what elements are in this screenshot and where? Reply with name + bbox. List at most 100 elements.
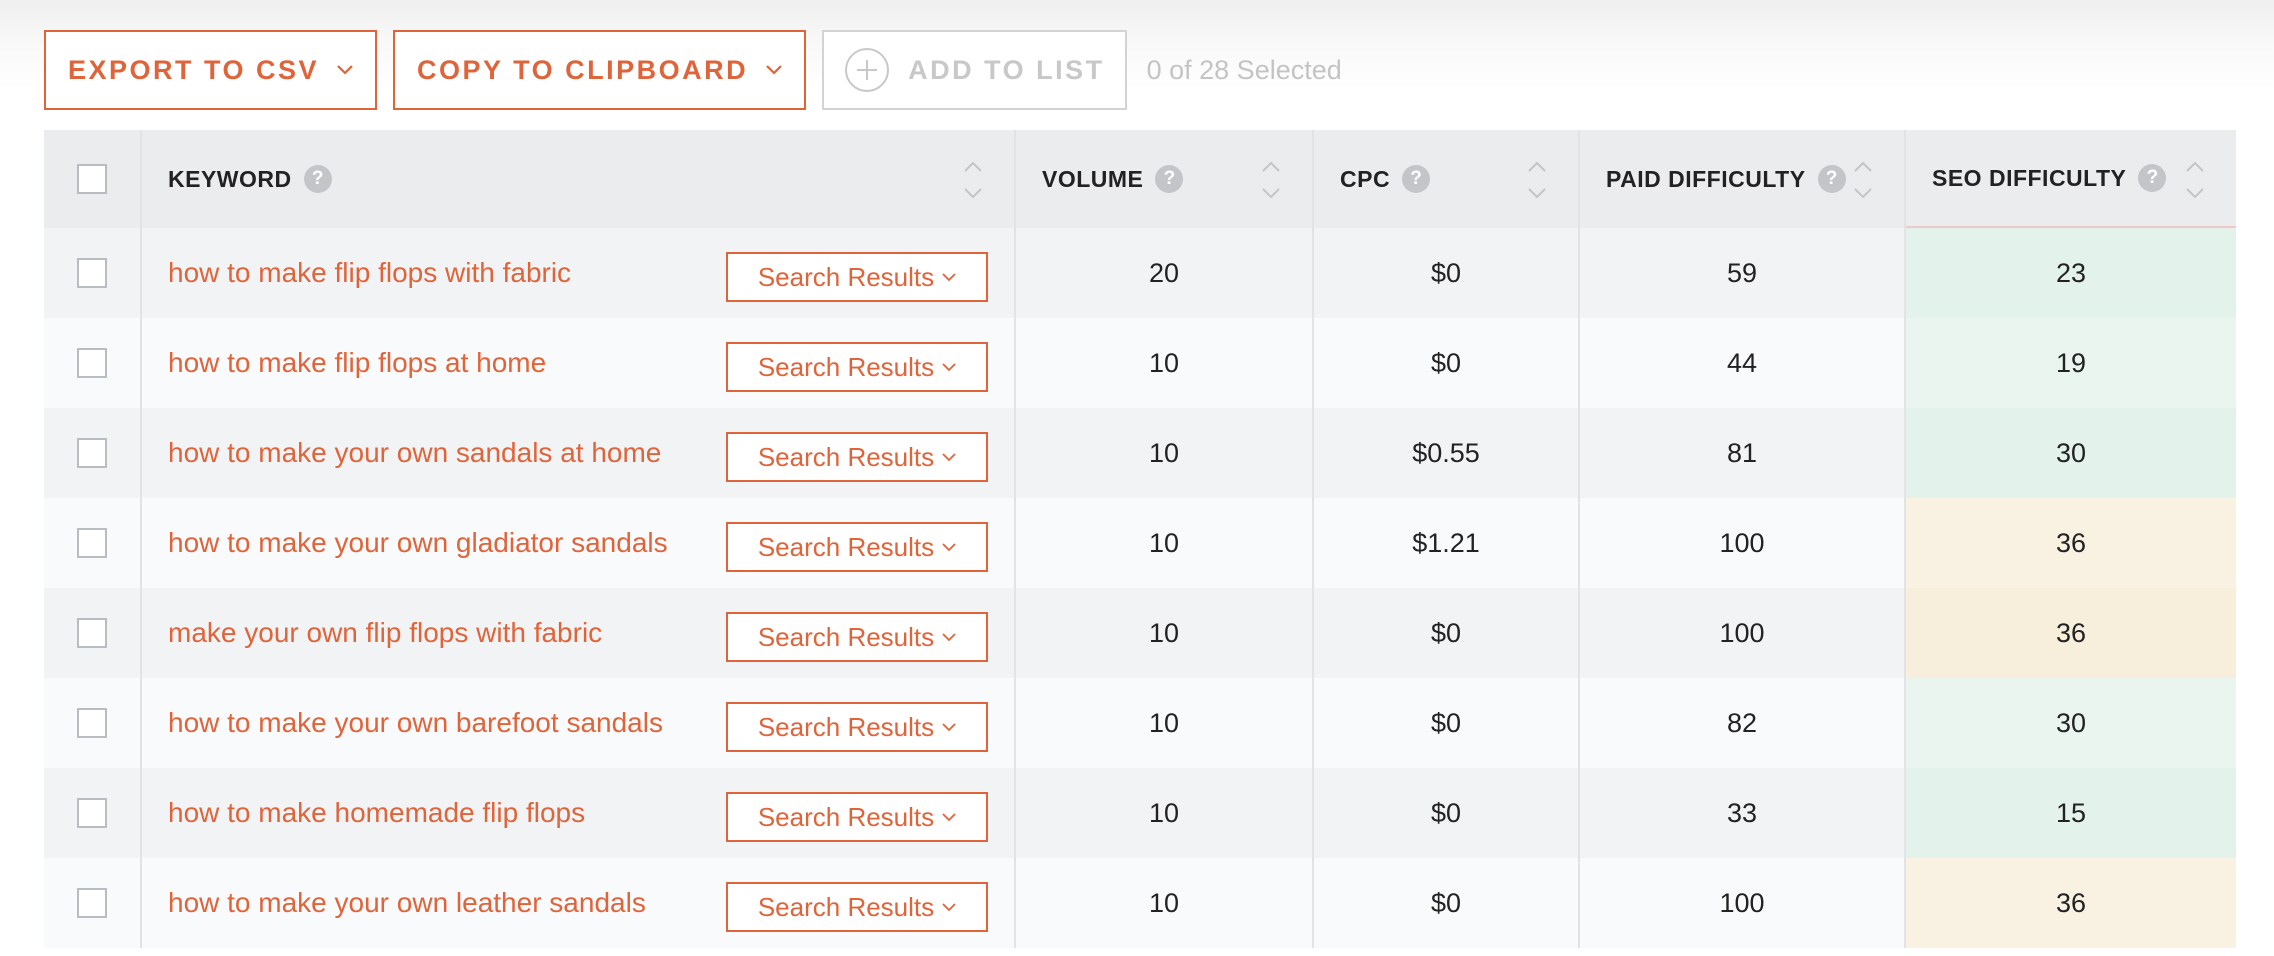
table-row: make your own flip flops with fabric Sea… — [44, 588, 2236, 678]
keyword-link[interactable]: how to make your own sandals at home — [168, 437, 661, 469]
paid-difficulty-cell: 100 — [1580, 858, 1906, 948]
keyword-link[interactable]: how to make flip flops at home — [168, 347, 546, 379]
keyword-cell: how to make flip flops at home Search Re… — [142, 318, 1016, 408]
row-checkbox[interactable] — [77, 618, 107, 648]
search-results-label: Search Results — [757, 351, 935, 382]
table-row: how to make your own barefoot sandals Se… — [44, 678, 2236, 768]
seo-difficulty-value: 30 — [2055, 707, 2087, 738]
paid-difficulty-value: 82 — [1726, 707, 1758, 738]
copy-clipboard-button[interactable]: COPY TO CLIPBOARD — [393, 30, 807, 110]
cpc-cell: $0 — [1314, 318, 1580, 408]
question-icon[interactable]: ? — [1402, 165, 1431, 193]
question-icon[interactable]: ? — [1155, 165, 1184, 193]
search-results-button[interactable]: Search Results — [726, 882, 988, 932]
row-checkbox-cell — [44, 858, 142, 948]
row-checkbox-cell — [44, 498, 142, 588]
header-paid-difficulty[interactable]: PAID DIFFICULTY ? — [1580, 130, 1906, 228]
select-all-checkbox[interactable] — [77, 164, 107, 194]
row-checkbox[interactable] — [77, 438, 107, 468]
volume-cell: 10 — [1016, 588, 1314, 678]
volume-value: 10 — [1148, 437, 1180, 468]
header-cpc[interactable]: CPC ? — [1314, 130, 1580, 228]
question-icon[interactable]: ? — [2138, 164, 2167, 192]
table-row: how to make your own gladiator sandals S… — [44, 498, 2236, 588]
cpc-cell: $0 — [1314, 228, 1580, 318]
paid-difficulty-value: 44 — [1726, 347, 1758, 378]
header-paid-difficulty-label: PAID DIFFICULTY — [1606, 165, 1806, 192]
search-results-button[interactable]: Search Results — [726, 522, 988, 572]
copy-clipboard-label: COPY TO CLIPBOARD — [417, 54, 749, 85]
sort-icon[interactable] — [2184, 158, 2206, 202]
keyword-cell: how to make flip flops with fabric Searc… — [142, 228, 1016, 318]
question-icon[interactable]: ? — [303, 165, 332, 193]
selected-count: 0 of 28 Selected — [1146, 54, 1342, 85]
keyword-cell: how to make homemade flip flops Search R… — [142, 768, 1016, 858]
header-volume[interactable]: VOLUME ? — [1016, 130, 1314, 228]
table-row: how to make your own leather sandals Sea… — [44, 858, 2236, 948]
chevron-down-icon — [942, 722, 956, 731]
search-results-button[interactable]: Search Results — [726, 612, 988, 662]
sort-icon[interactable] — [1526, 158, 1548, 202]
header-keyword[interactable]: KEYWORD ? — [142, 130, 1016, 228]
cpc-cell: $0 — [1314, 858, 1580, 948]
add-to-list-button[interactable]: ADD TO LIST — [822, 30, 1127, 110]
volume-value: 10 — [1148, 887, 1180, 918]
chevron-down-icon — [942, 812, 956, 821]
keyword-link[interactable]: how to make your own barefoot sandals — [168, 707, 663, 739]
paid-difficulty-value: 59 — [1726, 257, 1758, 288]
seo-difficulty-cell: 30 — [1906, 678, 2236, 768]
search-results-button[interactable]: Search Results — [726, 342, 988, 392]
sort-icon[interactable] — [962, 158, 984, 202]
paid-difficulty-cell: 44 — [1580, 318, 1906, 408]
table-body: how to make flip flops with fabric Searc… — [44, 228, 2236, 948]
paid-difficulty-value: 81 — [1726, 437, 1758, 468]
volume-value: 20 — [1148, 257, 1180, 288]
search-results-button[interactable]: Search Results — [726, 432, 988, 482]
cpc-cell: $0 — [1314, 768, 1580, 858]
sort-icon[interactable] — [1852, 158, 1874, 202]
search-results-label: Search Results — [757, 891, 935, 922]
cpc-value: $0 — [1430, 887, 1462, 918]
seo-difficulty-cell: 36 — [1906, 498, 2236, 588]
search-results-button[interactable]: Search Results — [726, 252, 988, 302]
row-checkbox-cell — [44, 408, 142, 498]
row-checkbox[interactable] — [77, 348, 107, 378]
keyword-cell: how to make your own barefoot sandals Se… — [142, 678, 1016, 768]
row-checkbox[interactable] — [77, 888, 107, 918]
header-seo-difficulty[interactable]: SEO DIFFICULTY ? — [1906, 130, 2236, 228]
paid-difficulty-cell: 100 — [1580, 588, 1906, 678]
row-checkbox[interactable] — [77, 528, 107, 558]
seo-difficulty-value: 36 — [2055, 887, 2087, 918]
keyword-cell: how to make your own sandals at home Sea… — [142, 408, 1016, 498]
keyword-link[interactable]: how to make flip flops with fabric — [168, 257, 571, 289]
export-csv-button[interactable]: EXPORT TO CSV — [44, 30, 378, 110]
cpc-value: $0 — [1430, 797, 1462, 828]
search-results-label: Search Results — [757, 801, 935, 832]
table-row: how to make your own sandals at home Sea… — [44, 408, 2236, 498]
row-checkbox[interactable] — [77, 708, 107, 738]
volume-value: 10 — [1148, 527, 1180, 558]
seo-difficulty-cell: 15 — [1906, 768, 2236, 858]
chevron-down-icon — [942, 902, 956, 911]
seo-difficulty-cell: 30 — [1906, 408, 2236, 498]
cpc-value: $0 — [1430, 347, 1462, 378]
volume-cell: 10 — [1016, 498, 1314, 588]
paid-difficulty-cell: 82 — [1580, 678, 1906, 768]
seo-difficulty-value: 23 — [2055, 257, 2087, 288]
search-results-button[interactable]: Search Results — [726, 702, 988, 752]
keyword-link[interactable]: how to make homemade flip flops — [168, 797, 585, 829]
seo-difficulty-cell: 19 — [1906, 318, 2236, 408]
seo-difficulty-cell: 23 — [1906, 228, 2236, 318]
volume-cell: 20 — [1016, 228, 1314, 318]
row-checkbox[interactable] — [77, 258, 107, 288]
keyword-link[interactable]: how to make your own leather sandals — [168, 887, 646, 919]
volume-value: 10 — [1148, 347, 1180, 378]
seo-difficulty-value: 36 — [2055, 617, 2087, 648]
keyword-link[interactable]: make your own flip flops with fabric — [168, 617, 602, 649]
question-icon[interactable]: ? — [1817, 165, 1846, 193]
search-results-button[interactable]: Search Results — [726, 792, 988, 842]
keyword-link[interactable]: how to make your own gladiator sandals — [168, 527, 668, 559]
sort-icon[interactable] — [1260, 158, 1282, 202]
search-results-label: Search Results — [757, 441, 935, 472]
row-checkbox[interactable] — [77, 798, 107, 828]
